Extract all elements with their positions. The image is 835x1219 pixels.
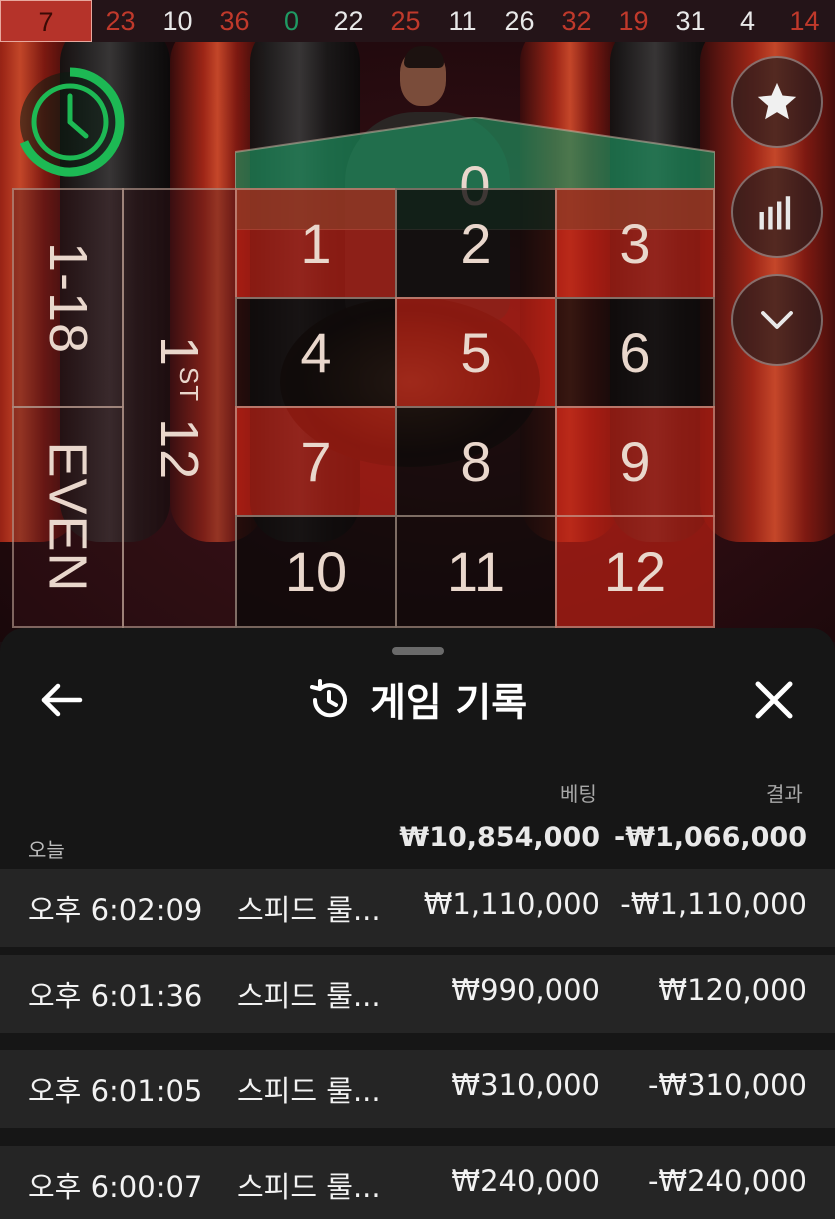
history-result: 0 (283, 6, 300, 36)
row-time: 오후 6:00:07 (28, 1170, 203, 1204)
row-bet: ₩240,000 (451, 1164, 600, 1198)
row-bet: ₩990,000 (451, 973, 600, 1007)
history-result: 19 (618, 6, 649, 36)
sheet-title: 게임 기록 (370, 681, 528, 726)
close-icon (755, 681, 793, 719)
collapse-button[interactable] (731, 274, 823, 366)
arrow-left-icon (41, 683, 83, 717)
clock-icon (19, 67, 125, 177)
bet-number[interactable]: 12 (555, 515, 715, 628)
row-game: 스피드 룰... (237, 893, 381, 927)
row-result: ₩120,000 (658, 973, 807, 1007)
bet-low-label: 1-18 (38, 241, 98, 355)
bet-number[interactable]: 9 (555, 406, 715, 517)
history-result: 36 (219, 6, 250, 36)
sheet-drag-handle[interactable] (392, 647, 444, 655)
sheet-header: 게임 기록 (306, 672, 527, 728)
dozen-number: 1 (149, 335, 210, 367)
close-button[interactable] (750, 676, 798, 724)
star-icon (757, 82, 797, 120)
history-result: 25 (390, 6, 421, 36)
bet-number[interactable]: 8 (395, 406, 557, 517)
history-row[interactable]: 오후 6:01:05 스피드 룰... ₩310,000 -₩310,000 (0, 1050, 835, 1128)
history-result: 31 (675, 6, 706, 36)
history-row[interactable]: 오후 6:01:36 스피드 룰... ₩990,000 ₩120,000 (0, 955, 835, 1033)
bet-even-label: EVEN (38, 441, 98, 593)
game-history-sheet: 게임 기록 베팅 결과 오늘 ₩10,854,000 -₩1,066,000 오… (0, 628, 835, 1219)
row-game: 스피드 룰... (237, 979, 381, 1013)
bet-number[interactable]: 11 (395, 515, 557, 628)
bet-number[interactable]: 6 (555, 297, 715, 408)
bet-even[interactable]: EVEN (12, 406, 124, 628)
bet-number[interactable]: 2 (395, 188, 557, 299)
history-row[interactable]: 오후 6:00:07 스피드 룰... ₩240,000 -₩240,000 (0, 1146, 835, 1219)
row-time: 오후 6:01:05 (28, 1074, 203, 1108)
history-result: 11 (448, 6, 477, 36)
bet-number[interactable]: 1 (235, 188, 397, 299)
summary-total-bet: ₩10,854,000 (399, 822, 600, 853)
statistics-button[interactable] (731, 166, 823, 258)
row-time: 오후 6:02:09 (28, 893, 203, 927)
bet-number[interactable]: 10 (235, 515, 397, 628)
column-header-result: 결과 (766, 782, 803, 806)
dozen-rest: 12 (149, 402, 210, 481)
summary-date-label: 오늘 (28, 838, 65, 862)
history-result: 32 (561, 6, 592, 36)
chevron-down-icon (761, 311, 793, 329)
row-bet: ₩1,110,000 (423, 887, 600, 921)
history-result: 23 (105, 6, 136, 36)
row-game: 스피드 룰... (237, 1170, 381, 1204)
row-bet: ₩310,000 (451, 1068, 600, 1102)
column-header-bet: 베팅 (560, 782, 597, 806)
bet-dozen-label: 1ST 12 (149, 336, 211, 480)
summary-total-result: -₩1,066,000 (613, 822, 807, 853)
bet-number[interactable]: 4 (235, 297, 397, 408)
bet-first-dozen[interactable]: 1ST 12 (122, 188, 237, 628)
bar-chart-icon (759, 196, 791, 230)
history-current-result: 7 (0, 0, 92, 42)
bet-number[interactable]: 7 (235, 406, 397, 517)
history-result: 22 (333, 6, 364, 36)
history-result: 10 (162, 6, 193, 36)
favorite-button[interactable] (731, 56, 823, 148)
row-result: -₩1,110,000 (620, 887, 807, 921)
back-button[interactable] (36, 678, 90, 722)
bet-number[interactable]: 5 (395, 297, 557, 408)
history-result: 4 (739, 6, 756, 36)
bet-low-1-18[interactable]: 1-18 (12, 188, 124, 408)
row-result: -₩240,000 (647, 1164, 807, 1198)
bet-number[interactable]: 3 (555, 188, 715, 299)
history-row[interactable]: 오후 6:02:09 스피드 룰... ₩1,110,000 -₩1,110,0… (0, 869, 835, 947)
history-icon (310, 679, 347, 718)
results-history-strip: 7 23 10 36 0 22 25 11 26 32 19 31 4 14 (0, 0, 835, 42)
dozen-ordinal: ST (174, 366, 205, 403)
row-game: 스피드 룰... (237, 1074, 381, 1108)
history-result: 14 (789, 6, 820, 36)
history-result: 26 (504, 6, 535, 36)
row-result: -₩310,000 (647, 1068, 807, 1102)
row-time: 오후 6:01:36 (28, 979, 203, 1013)
